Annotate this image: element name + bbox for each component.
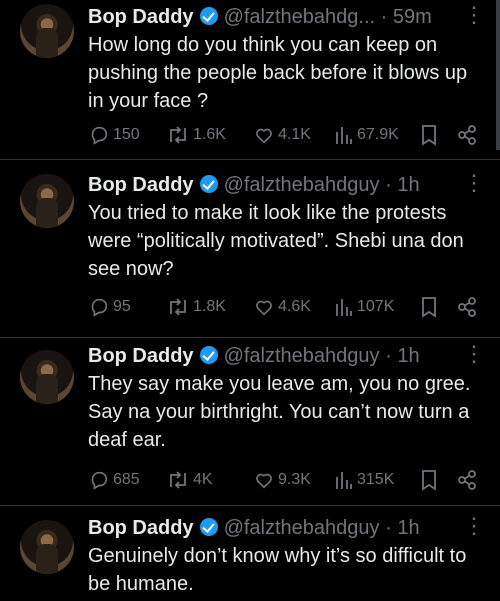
verified-badge-icon <box>199 518 218 536</box>
bookmark-button[interactable] <box>420 294 438 320</box>
user-handle[interactable]: @falzthebahdg... <box>224 6 376 28</box>
verified-badge-icon <box>199 175 218 193</box>
more-icon[interactable]: ⋮ <box>463 170 485 196</box>
separator-dot: · <box>385 345 392 367</box>
share-icon <box>458 470 476 490</box>
like-icon <box>256 300 272 316</box>
tweet-text: They say make you leave am, you no gree.… <box>88 373 471 451</box>
like-button[interactable]: 9.3K <box>253 467 311 493</box>
verified-badge-icon <box>199 346 218 364</box>
views-icon <box>336 127 352 144</box>
share-button[interactable] <box>456 467 478 493</box>
like-button[interactable]: 4.6K <box>253 294 311 320</box>
share-icon <box>458 297 476 317</box>
retweet-icon <box>170 471 186 489</box>
tweet-text: You tried to make it look like the prote… <box>88 202 464 280</box>
avatar[interactable] <box>20 350 74 404</box>
user-handle[interactable]: @falzthebahdguy <box>224 517 380 539</box>
tweet-actions: 95 1.8K 4.6K 107K <box>88 294 488 320</box>
reply-button[interactable]: 150 <box>88 122 140 148</box>
like-icon <box>256 128 272 144</box>
display-name[interactable]: Bop Daddy <box>88 174 194 196</box>
bookmark-button[interactable] <box>420 122 438 148</box>
tweet[interactable]: Bop Daddy @falzthebahdg... · 59m ⋮ How lo… <box>0 0 500 160</box>
reply-count: 95 <box>113 298 131 315</box>
more-icon[interactable]: ⋮ <box>463 2 485 28</box>
more-icon[interactable]: ⋮ <box>463 513 485 539</box>
reply-icon <box>91 298 108 317</box>
retweet-button[interactable]: 1.8K <box>166 294 226 320</box>
timestamp[interactable]: 1h <box>397 174 419 196</box>
tweet-header: Bop Daddy @falzthebahdguy · 1h <box>88 515 420 541</box>
tweet-text: Genuinely don’t know why it’s so difficu… <box>88 545 467 595</box>
reply-count: 150 <box>113 126 140 143</box>
timestamp[interactable]: 59m <box>393 6 432 28</box>
share-button[interactable] <box>456 122 478 148</box>
bookmark-icon <box>422 470 436 491</box>
separator-dot: · <box>385 517 392 539</box>
separator-dot: · <box>380 6 388 28</box>
more-icon[interactable]: ⋮ <box>463 341 485 367</box>
retweet-count: 1.6K <box>193 126 226 143</box>
reply-button[interactable]: 685 <box>88 467 140 493</box>
like-button[interactable]: 4.1K <box>253 122 311 148</box>
like-count: 9.3K <box>278 471 311 488</box>
avatar[interactable] <box>20 4 74 58</box>
display-name[interactable]: Bop Daddy <box>88 6 194 28</box>
separator-dot: · <box>385 174 392 196</box>
views-count: 107K <box>357 298 395 315</box>
user-handle[interactable]: @falzthebahdguy <box>224 345 380 367</box>
display-name[interactable]: Bop Daddy <box>88 345 194 367</box>
tweet-text: How long do you think you can keep on pu… <box>88 34 468 112</box>
views-count: 67.9K <box>357 126 399 143</box>
avatar[interactable] <box>20 174 74 228</box>
views-button[interactable]: 67.9K <box>334 122 399 148</box>
tweet-header: Bop Daddy @falzthebahdg... · 59m <box>88 4 432 30</box>
bookmark-icon <box>422 125 436 146</box>
share-button[interactable] <box>456 294 478 320</box>
views-icon <box>336 299 352 316</box>
retweet-button[interactable]: 4K <box>166 467 213 493</box>
views-count: 315K <box>357 471 395 488</box>
retweet-icon <box>170 126 186 144</box>
retweet-count: 1.8K <box>193 298 226 315</box>
reply-icon <box>91 471 108 490</box>
user-handle[interactable]: @falzthebahdguy <box>224 174 380 196</box>
reply-button[interactable]: 95 <box>88 294 131 320</box>
timestamp[interactable]: 1h <box>397 517 419 539</box>
views-button[interactable]: 315K <box>334 467 394 493</box>
tweet-actions: 150 1.6K 4.1K 67.9K <box>88 122 488 148</box>
tweet[interactable]: Bop Daddy @falzthebahdguy · 1h ⋮ You trie… <box>0 160 500 338</box>
views-button[interactable]: 107K <box>334 294 394 320</box>
bookmark-icon <box>422 297 436 318</box>
display-name[interactable]: Bop Daddy <box>88 517 194 539</box>
retweet-button[interactable]: 1.6K <box>166 122 226 148</box>
tweet-actions: 685 4K 9.3K 315K <box>88 467 488 493</box>
tweet-header: Bop Daddy @falzthebahdguy · 1h <box>88 172 420 198</box>
verified-badge-icon <box>199 7 218 25</box>
retweet-count: 4K <box>193 471 213 488</box>
retweet-icon <box>170 298 186 316</box>
tweet[interactable]: Bop Daddy @falzthebahdguy · 1h ⋮ Genuinel… <box>0 506 500 601</box>
scrollbar[interactable] <box>496 0 500 150</box>
timeline-feed: Bop Daddy @falzthebahdg... · 59m ⋮ How lo… <box>0 0 500 601</box>
tweet[interactable]: Bop Daddy @falzthebahdguy · 1h ⋮ They say… <box>0 338 500 506</box>
like-count: 4.1K <box>278 126 311 143</box>
like-count: 4.6K <box>278 298 311 315</box>
share-icon <box>458 125 476 145</box>
timestamp[interactable]: 1h <box>397 345 419 367</box>
views-icon <box>336 472 352 489</box>
reply-icon <box>91 126 108 145</box>
like-icon <box>256 473 272 489</box>
bookmark-button[interactable] <box>420 467 438 493</box>
avatar[interactable] <box>20 520 74 574</box>
reply-count: 685 <box>113 471 140 488</box>
tweet-header: Bop Daddy @falzthebahdguy · 1h <box>88 343 420 369</box>
